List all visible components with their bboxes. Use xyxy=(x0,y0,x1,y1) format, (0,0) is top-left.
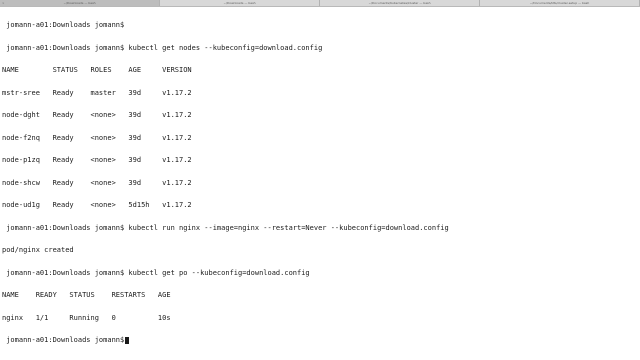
terminal-line: jomann-a01:Downloads jomann$ kubectl get… xyxy=(2,268,310,277)
terminal-line: NAME STATUS ROLES AGE VERSION xyxy=(2,66,192,74)
terminal-line: nginx 1/1 Running 0 10s xyxy=(2,313,171,322)
close-icon[interactable]: × xyxy=(2,0,5,6)
terminal-line: NAME READY STATUS RESTARTS AGE xyxy=(2,291,171,299)
tab-label: ~/Downloads — bash xyxy=(223,1,256,5)
terminal-line: node-p1zq Ready <none> 39d v1.17.2 xyxy=(2,156,192,164)
terminal-output[interactable]: jomann-a01:Downloads jomann$ jomann-a01:… xyxy=(2,7,636,352)
terminal-prompt: jomann-a01:Downloads jomann$ xyxy=(2,336,125,344)
tab-bar: × ~/Downloads — bash ~/Downloads — bash … xyxy=(0,0,640,7)
terminal-line: jomann-a01:Downloads jomann$ xyxy=(2,21,125,29)
terminal-line: node-f2nq Ready <none> 39d v1.17.2 xyxy=(2,133,192,142)
tab-label: ~/Documents/k8s/cluster-setup — bash xyxy=(529,1,590,5)
terminal-line: pod/nginx created xyxy=(2,246,74,254)
tab-3[interactable]: ~/Documents/Kubernetes/kluster — bash xyxy=(320,0,480,6)
terminal-line: mstr-sree Ready master 39d v1.17.2 xyxy=(2,88,192,97)
terminal-line: jomann-a01:Downloads jomann$ kubectl get… xyxy=(2,43,323,52)
tab-2[interactable]: ~/Downloads — bash xyxy=(160,0,320,6)
tab-label: ~/Documents/Kubernetes/kluster — bash xyxy=(368,1,431,5)
terminal-line: node-dght Ready <none> 39d v1.17.2 xyxy=(2,111,192,119)
text-cursor xyxy=(125,337,130,344)
tab-1[interactable]: × ~/Downloads — bash xyxy=(0,0,160,6)
tab-4[interactable]: ~/Documents/k8s/cluster-setup — bash xyxy=(480,0,640,6)
tab-label: ~/Downloads — bash xyxy=(63,1,96,5)
terminal-line: node-shcw Ready <none> 39d v1.17.2 xyxy=(2,178,192,187)
terminal-line: node-ud1g Ready <none> 5d15h v1.17.2 xyxy=(2,201,192,209)
terminal-prompt-line[interactable]: jomann-a01:Downloads jomann$ xyxy=(2,336,636,345)
terminal-line: jomann-a01:Downloads jomann$ kubectl run… xyxy=(2,223,449,232)
